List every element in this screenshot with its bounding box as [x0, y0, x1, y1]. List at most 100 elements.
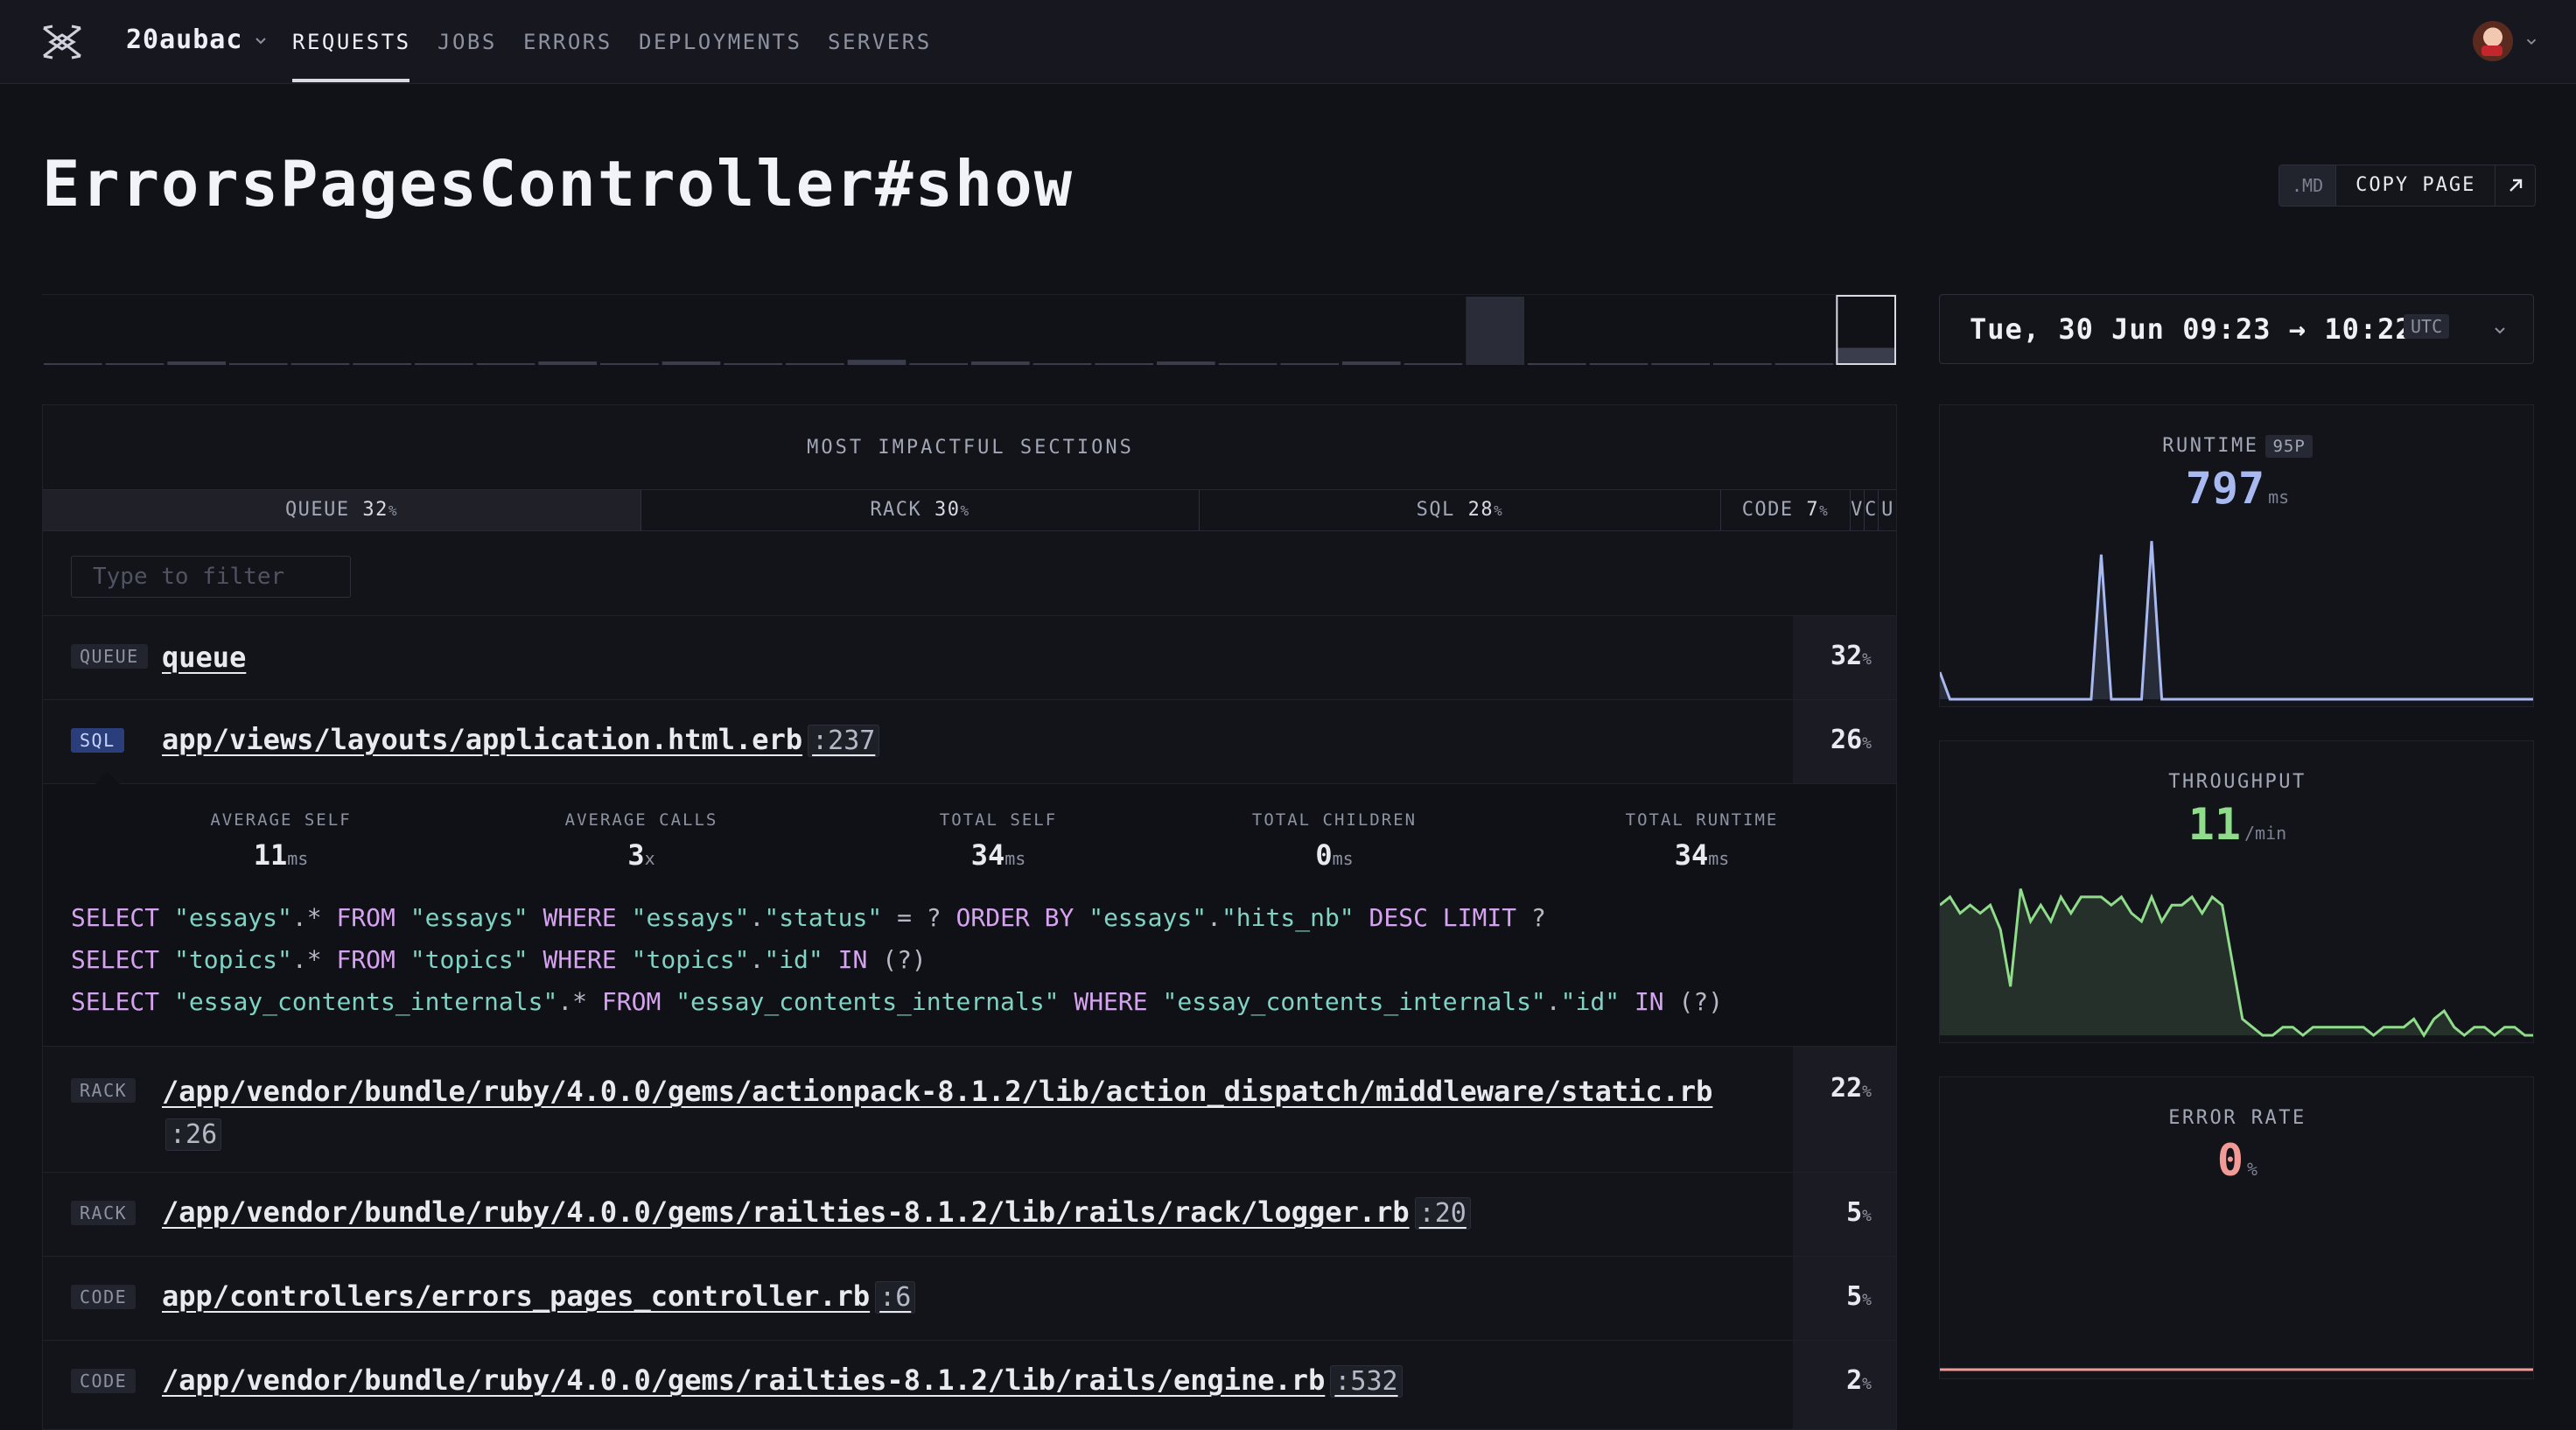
sql-token: SELECT: [71, 903, 175, 932]
tab-deployments[interactable]: DEPLOYMENTS: [639, 30, 802, 54]
top-nav: 20aubac REQUESTS JOBS ERRORS DEPLOYMENTS…: [0, 0, 2576, 84]
section-pct: 26: [1830, 725, 1863, 755]
histogram-bar[interactable]: [971, 361, 1030, 365]
section-row[interactable]: CODE app/controllers/errors_pages_contro…: [43, 1256, 1896, 1340]
logo-icon[interactable]: [40, 23, 84, 61]
section-tag: RACK: [71, 1078, 136, 1103]
section-pct: 30: [934, 499, 961, 521]
section-path-link[interactable]: app/controllers/errors_pages_controller.…: [162, 1279, 916, 1314]
section-segment[interactable]: SQL 28%: [1200, 490, 1721, 530]
histogram-bar[interactable]: [847, 360, 906, 365]
section-name: U: [1881, 499, 1894, 521]
tab-servers[interactable]: SERVERS: [828, 30, 932, 54]
sql-token: WHERE: [1074, 987, 1163, 1016]
sql-query: SELECT "essay_contents_internals".* FROM…: [71, 987, 1723, 1016]
section-path-link[interactable]: /app/vendor/bundle/ruby/4.0.0/gems/railt…: [162, 1195, 1471, 1230]
section-path-link[interactable]: /app/vendor/bundle/ruby/4.0.0/gems/actio…: [162, 1075, 1712, 1108]
section-segment[interactable]: V: [1851, 490, 1865, 530]
sql-token: ?: [1530, 903, 1546, 932]
section-row[interactable]: RACK /app/vendor/bundle/ruby/4.0.0/gems/…: [43, 1046, 1896, 1172]
tab-requests[interactable]: REQUESTS: [292, 30, 411, 54]
section-path-link[interactable]: /app/vendor/bundle/ruby/4.0.0/gems/railt…: [162, 1363, 1403, 1398]
histogram-bar[interactable]: [1404, 363, 1463, 365]
section-row[interactable]: SQL app/views/layouts/application.html.e…: [43, 699, 1896, 783]
section-tag: CODE: [71, 1369, 136, 1393]
section-segment[interactable]: CODE 7%: [1721, 490, 1851, 530]
chevron-down-icon[interactable]: [252, 32, 270, 49]
chevron-down-icon[interactable]: [2524, 33, 2539, 49]
throughput-card[interactable]: THROUGHPUT 11/min: [1939, 740, 2534, 1043]
section-name: C: [1865, 499, 1878, 521]
section-segment[interactable]: QUEUE 32%: [43, 490, 641, 530]
histogram-bar[interactable]: [724, 363, 782, 365]
histogram-bar[interactable]: [786, 363, 844, 365]
section-path-link[interactable]: app/views/layouts/application.html.erb:2…: [162, 723, 880, 757]
histogram-bar[interactable]: [1157, 361, 1215, 365]
histogram-bar[interactable]: [1032, 363, 1092, 365]
histogram-bar[interactable]: [538, 361, 597, 365]
error-rate-card[interactable]: ERROR RATE 0%: [1939, 1076, 2534, 1379]
line-number: :26: [165, 1118, 222, 1151]
avatar[interactable]: [2473, 21, 2513, 61]
line-number: :237: [808, 725, 880, 757]
histogram-chart[interactable]: [42, 295, 1897, 365]
section-pct: 7: [1806, 499, 1820, 521]
external-link-button[interactable]: [2495, 165, 2536, 206]
sql-token: FROM: [336, 903, 410, 932]
sql-token: .*: [557, 987, 602, 1016]
histogram-bar[interactable]: [353, 363, 411, 365]
section-name: RACK: [870, 499, 922, 521]
section-segment[interactable]: U: [1879, 490, 1896, 530]
copy-page-button[interactable]: COPY PAGE: [2335, 165, 2496, 206]
histogram-bar[interactable]: [662, 361, 721, 365]
sections-title: MOST IMPACTFUL SECTIONS: [807, 437, 1134, 459]
histogram-bar[interactable]: [167, 361, 226, 365]
histogram-bar[interactable]: [476, 363, 536, 365]
sql-token: WHERE: [542, 903, 632, 932]
histogram-bar[interactable]: [1095, 363, 1153, 365]
histogram-bar[interactable]: [1466, 297, 1524, 365]
histogram-bar[interactable]: [600, 363, 659, 365]
section-row[interactable]: RACK /app/vendor/bundle/ruby/4.0.0/gems/…: [43, 1172, 1896, 1256]
active-tab-indicator: [292, 79, 410, 82]
histogram-bar[interactable]: [415, 363, 473, 365]
impactful-sections-panel: MOST IMPACTFUL SECTIONS QUEUE 32% RACK 3…: [42, 404, 1897, 1430]
app-switcher[interactable]: 20aubac: [126, 25, 242, 55]
section-name: SQL: [1416, 499, 1455, 521]
histogram-bar[interactable]: [44, 363, 102, 365]
line-number: :20: [1414, 1197, 1471, 1230]
sql-token: "essay_contents_internals": [676, 987, 1074, 1016]
histogram-bar[interactable]: [1528, 363, 1586, 365]
filter-input[interactable]: [71, 556, 351, 598]
histogram-bar[interactable]: [290, 363, 350, 365]
histogram-bar[interactable]: [1651, 363, 1710, 365]
request-histogram[interactable]: [42, 294, 1897, 365]
md-button[interactable]: .MD: [2279, 165, 2336, 206]
section-segment[interactable]: RACK 30%: [641, 490, 1200, 530]
histogram-bar[interactable]: [1589, 363, 1648, 365]
histogram-bar[interactable]: [1774, 363, 1834, 365]
tab-errors[interactable]: ERRORS: [523, 30, 612, 54]
section-segment[interactable]: C: [1865, 490, 1879, 530]
histogram-bar[interactable]: [1342, 361, 1401, 365]
section-row[interactable]: QUEUE queue 32%: [43, 615, 1896, 699]
histogram-bar[interactable]: [1280, 363, 1339, 365]
histogram-bar[interactable]: [1218, 363, 1278, 365]
section-tag: SQL: [71, 728, 124, 753]
runtime-card[interactable]: RUNTIME 95P 797 ms: [1939, 404, 2534, 707]
section-path-link[interactable]: queue: [162, 641, 246, 674]
date-range-picker[interactable]: Tue, 30 Jun 09:23 → 10:22 UTC: [1939, 294, 2534, 364]
section-name: V: [1851, 499, 1864, 521]
histogram-bar[interactable]: [909, 363, 968, 365]
sql-token: = ?: [897, 903, 956, 932]
section-detail: AVERAGE SELF 11ms AVERAGE CALLS 3x TOTAL S…: [43, 772, 1896, 1046]
tab-jobs[interactable]: JOBS: [438, 30, 497, 54]
sql-token: (?): [1678, 987, 1724, 1016]
histogram-bar[interactable]: [1713, 363, 1772, 365]
histogram-bar[interactable]: [1837, 347, 1895, 366]
histogram-bar[interactable]: [229, 363, 288, 365]
histogram-bar[interactable]: [105, 363, 164, 365]
section-row[interactable]: CODE /app/vendor/bundle/ruby/4.0.0/gems/…: [43, 1340, 1896, 1429]
external-link-icon: [2509, 179, 2523, 192]
section-pct: 5: [1846, 1197, 1863, 1228]
